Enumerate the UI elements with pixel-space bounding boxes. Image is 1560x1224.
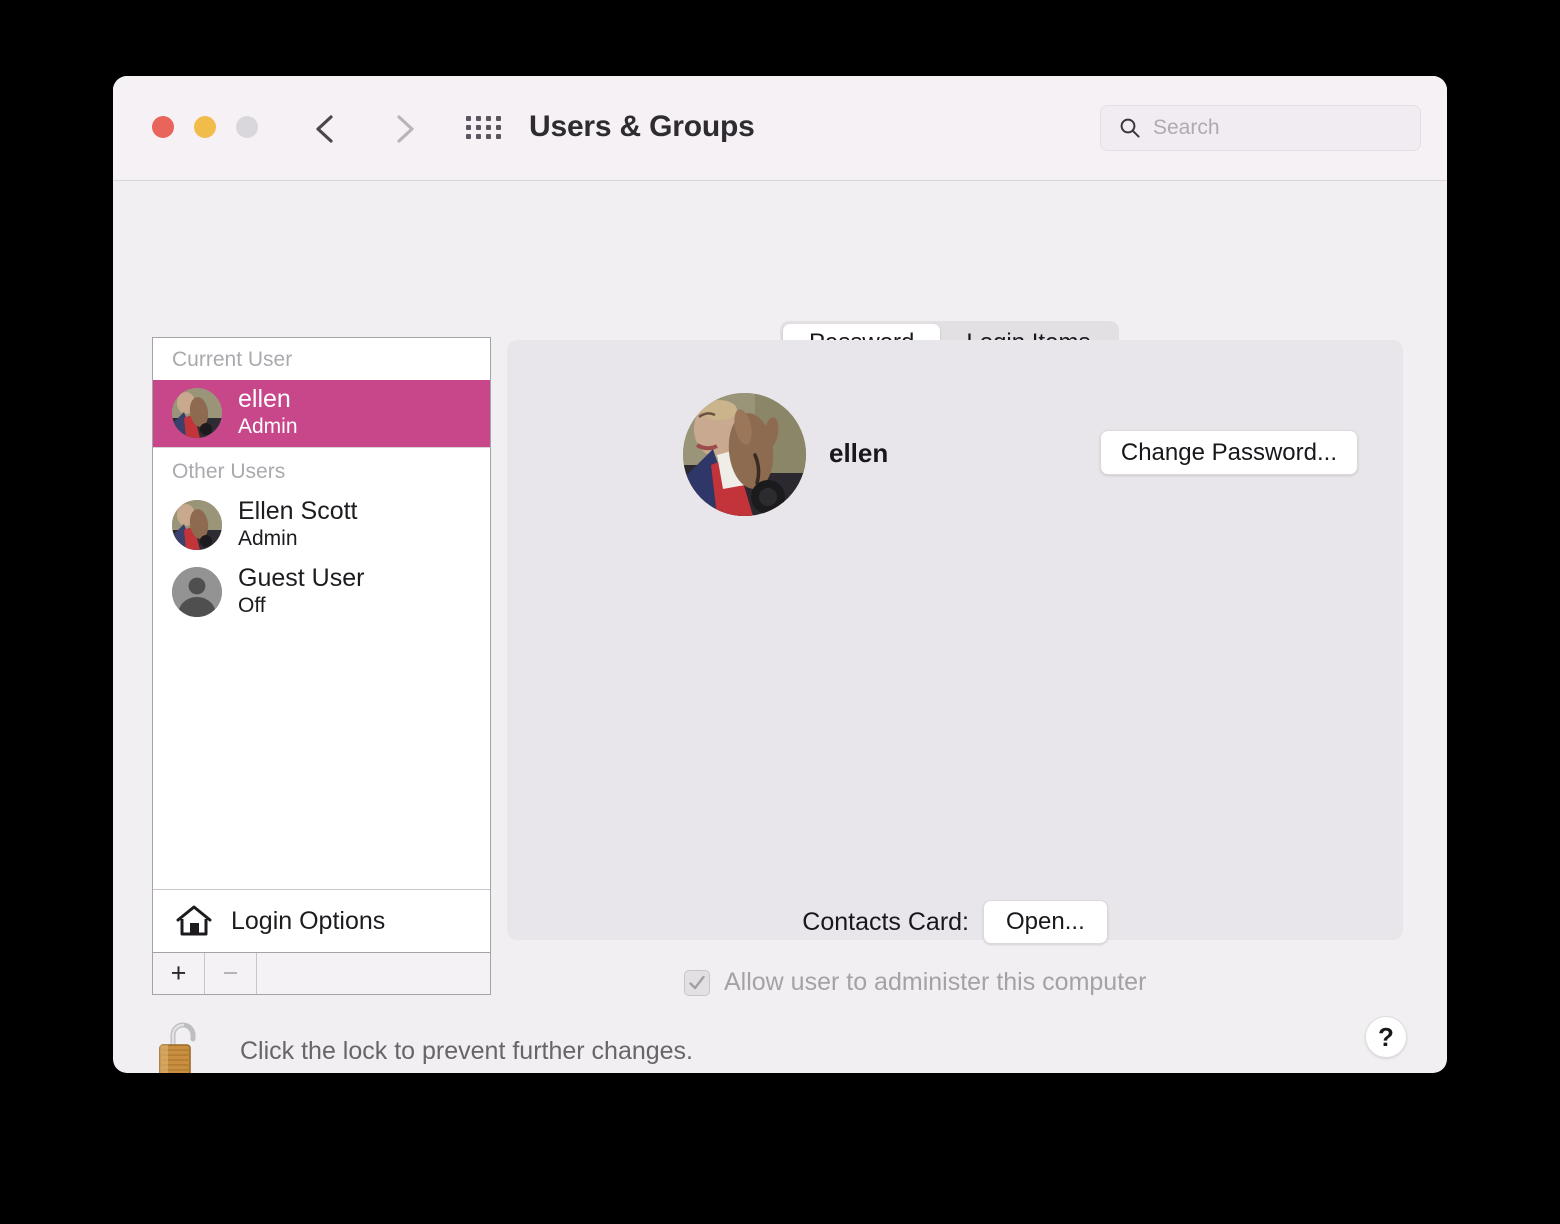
remove-user-button[interactable]: − [205,953,257,994]
window-titlebar: Users & Groups [113,76,1447,181]
account-name: ellen [829,438,889,468]
chevron-left-icon [316,115,333,143]
sidebar-item-ellen-scott[interactable]: Ellen Scott Admin [153,492,490,559]
group-header-other-users: Other Users [153,447,490,492]
grid-dot [496,125,501,130]
show-all-grid-icon[interactable] [466,116,502,139]
password-pane: ellen Change Password... Contacts Card: … [507,340,1403,996]
allow-admin-row[interactable]: Allow user to administer this computer [684,968,1146,997]
login-options-label: Login Options [231,906,386,935]
user-role: Off [238,594,266,618]
unlocked-padlock-icon [159,1022,196,1073]
avatar [172,566,222,617]
back-button[interactable] [311,112,341,146]
sidebar-item-text: ellen Admin [238,386,298,439]
change-password-button[interactable]: Change Password... [1099,430,1358,475]
search-field[interactable] [1100,105,1424,151]
user-role: Admin [238,527,298,551]
avatar [172,387,222,438]
avatar [172,499,222,550]
grid-dot [476,125,481,130]
page-title: Users & Groups [529,110,755,143]
photo-avatar-icon [172,499,222,550]
toolbar-filler [257,953,490,994]
sidebar-item-login-options[interactable]: Login Options [153,889,490,952]
traffic-light-buttons [152,116,258,138]
window-body: Current User ellen Admin Other Users Ell… [113,181,1447,1073]
photo-avatar-icon [172,387,222,438]
close-button[interactable] [152,116,174,138]
checkmark-icon [689,975,705,989]
grid-dot [486,134,491,139]
search-icon [1120,118,1140,138]
list-empty-space [153,627,490,889]
grid-dot [496,116,501,121]
user-role: Admin [238,415,298,438]
grid-dot [466,125,471,130]
grid-dot [466,134,471,139]
sidebar-item-text: Guest User Off [238,565,364,618]
open-contacts-card-button[interactable]: Open... [983,900,1108,944]
screen: Users & Groups Current User [0,0,1560,1224]
chevron-right-icon [397,115,414,143]
search-input[interactable] [1153,116,1424,140]
zoom-button[interactable] [236,116,258,138]
help-button[interactable]: ? [1365,1016,1407,1058]
sidebar-item-ellen[interactable]: ellen Admin [153,380,490,448]
user-name: Ellen Scott [238,497,358,526]
contacts-card-row: Contacts Card: Open... [507,900,1403,944]
user-name: Guest User [238,564,365,593]
users-list: Current User ellen Admin Other Users Ell… [152,337,491,953]
photo-avatar-icon [683,393,806,516]
sidebar-item-text: Ellen Scott Admin [238,498,358,551]
allow-admin-label: Allow user to administer this computer [724,968,1147,996]
grid-dot [486,116,491,121]
grid-dot [466,116,471,121]
account-picture[interactable] [683,393,806,516]
user-name: ellen [238,385,291,413]
allow-admin-checkbox[interactable] [684,969,710,996]
lock-status-text: Click the lock to prevent further change… [240,1036,694,1065]
users-list-toolbar: + − [152,953,491,995]
generic-person-icon [172,566,222,617]
grid-dot [486,125,491,130]
forward-button[interactable] [389,112,419,146]
sidebar-item-guest-user[interactable]: Guest User Off [153,559,490,626]
minimize-button[interactable] [194,116,216,138]
add-user-button[interactable]: + [153,953,205,994]
grid-dot [476,116,481,121]
lock-area[interactable]: Click the lock to prevent further change… [156,1019,693,1073]
grid-dot [476,134,481,139]
group-header-current-user: Current User [172,348,293,371]
grid-dot [496,134,501,139]
home-icon [176,905,212,936]
system-preferences-window: Users & Groups Current User [113,76,1447,1073]
contacts-card-label: Contacts Card: [802,907,970,936]
